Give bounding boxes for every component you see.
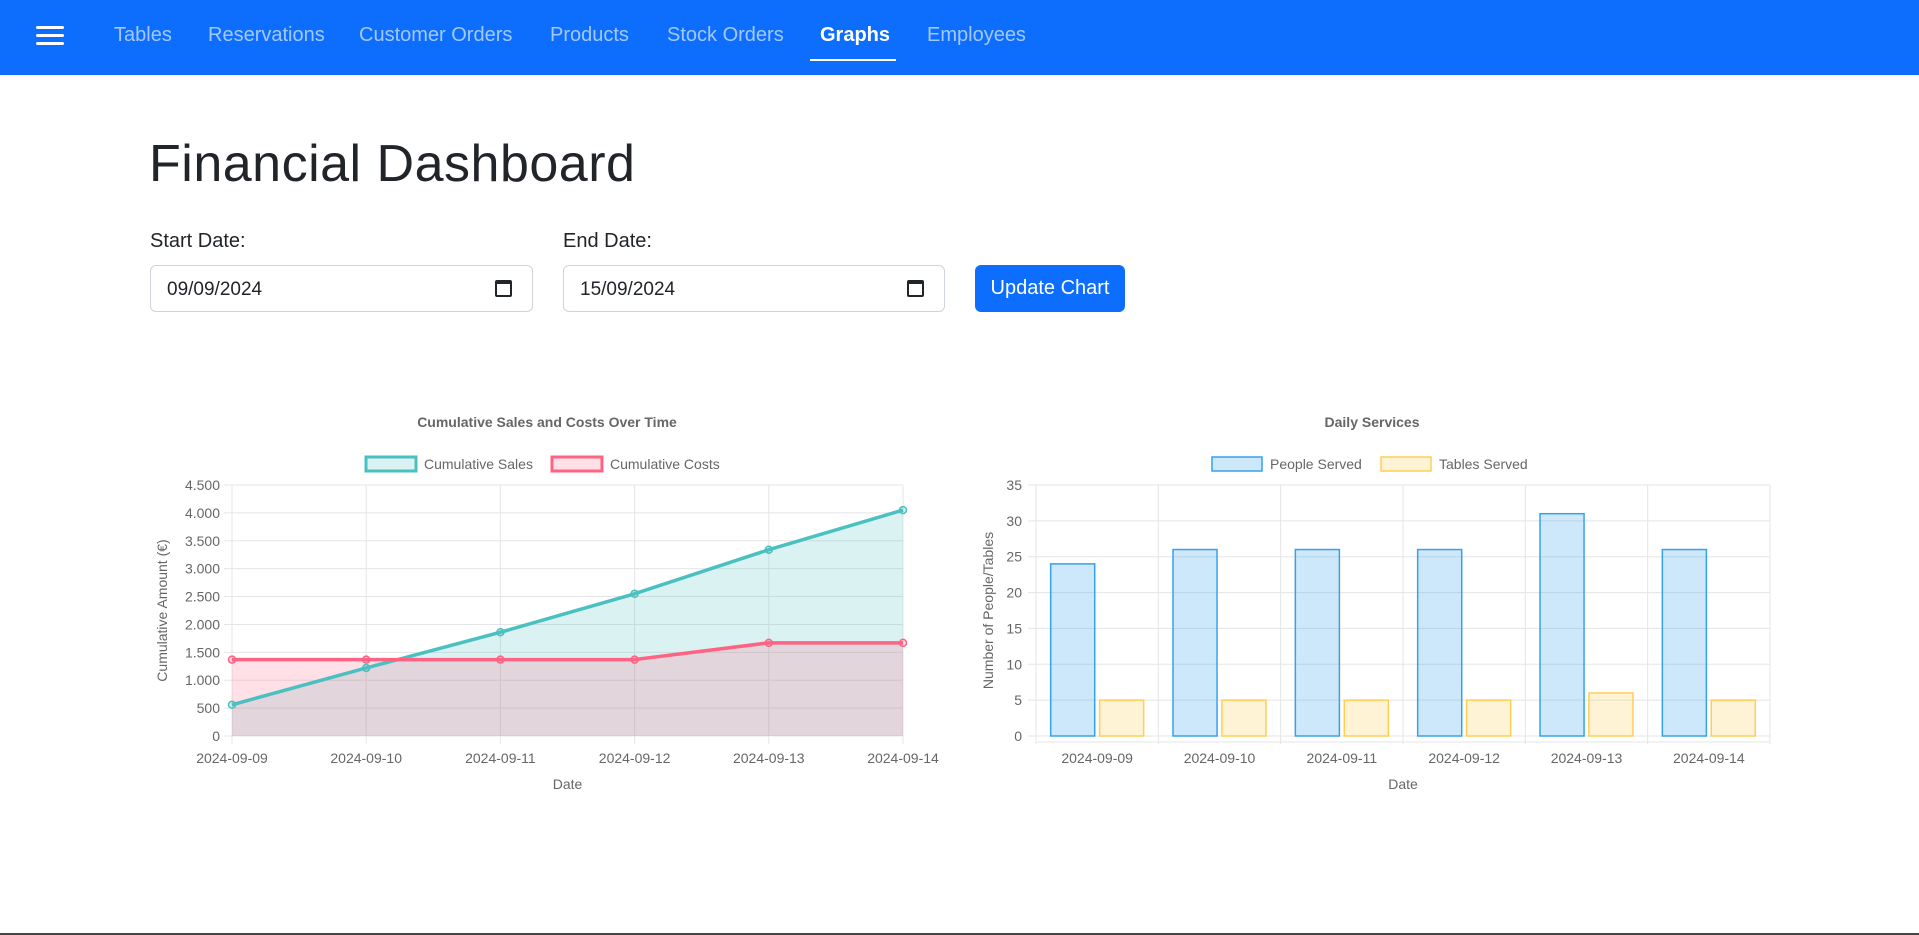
- calendar-icon[interactable]: [495, 280, 512, 297]
- data-point: [227, 655, 237, 664]
- chart-title: Daily Services: [1325, 414, 1420, 430]
- y-tick-label: 2.000: [185, 616, 220, 632]
- y-tick-label: 0: [1014, 728, 1022, 744]
- bar: [1343, 699, 1390, 737]
- sales-costs-line-chart: Cumulative Sales and Costs Over Time Cumu…: [154, 414, 939, 792]
- bar: [1049, 563, 1096, 737]
- y-tick-label: 25: [1006, 549, 1022, 565]
- x-tick-label: 2024-09-13: [1551, 750, 1623, 766]
- data-point: [361, 663, 371, 673]
- nav-item-customer-orders[interactable]: Customer Orders: [359, 24, 512, 47]
- y-tick-label: 4.000: [185, 505, 220, 521]
- legend-label: Tables Served: [1439, 456, 1528, 472]
- y-tick-label: 4.500: [185, 477, 220, 493]
- y-tick-label: 3.500: [185, 533, 220, 549]
- nav-item-reservations[interactable]: Reservations: [208, 24, 325, 47]
- y-tick-label: 1.500: [185, 644, 220, 660]
- legend-swatch: [1211, 456, 1263, 472]
- legend-label: Cumulative Sales: [424, 456, 533, 472]
- nav-item-employees[interactable]: Employees: [927, 24, 1026, 47]
- y-tick-label: 1.000: [185, 672, 220, 688]
- x-axis-title: Date: [553, 776, 583, 792]
- y-tick-label: 20: [1006, 585, 1022, 601]
- x-tick-label: 2024-09-12: [599, 750, 671, 766]
- x-tick-label: 2024-09-11: [465, 750, 536, 766]
- data-point: [227, 700, 237, 710]
- bar: [1221, 699, 1267, 737]
- y-tick-label: 10: [1006, 656, 1022, 672]
- update-chart-button[interactable]: Update Chart: [975, 265, 1125, 312]
- bar: [1588, 692, 1634, 737]
- x-tick-label: 2024-09-09: [196, 750, 268, 766]
- legend-swatch: [364, 455, 418, 473]
- x-tick-label: 2024-09-10: [330, 750, 402, 766]
- data-point: [361, 655, 371, 664]
- legend-label: Cumulative Costs: [610, 456, 720, 472]
- nav-item-graphs[interactable]: Graphs: [820, 24, 890, 47]
- bar: [1098, 699, 1145, 737]
- data-point: [630, 589, 639, 599]
- start-date-input[interactable]: 09/09/2024: [150, 265, 533, 312]
- legend-swatch: [1380, 456, 1432, 472]
- data-point: [496, 628, 505, 637]
- bar: [1465, 699, 1512, 737]
- nav-item-tables[interactable]: Tables: [114, 24, 172, 47]
- data-point: [764, 545, 774, 554]
- start-date-value: 09/09/2024: [167, 279, 263, 300]
- page-title: Financial Dashboard: [149, 135, 636, 193]
- y-tick-label: 5: [1014, 692, 1022, 708]
- legend-swatch: [550, 455, 604, 473]
- y-axis-title: Cumulative Amount (€): [154, 539, 170, 681]
- top-navbar: Tables Reservations Customer Orders Prod…: [0, 0, 1919, 75]
- x-tick-label: 2024-09-14: [867, 750, 939, 766]
- end-date-label: End Date:: [563, 230, 652, 252]
- data-point: [496, 655, 505, 664]
- data-point: [764, 638, 774, 648]
- y-tick-label: 35: [1006, 477, 1022, 493]
- active-tab-indicator: [810, 59, 896, 61]
- x-tick-label: 2024-09-13: [733, 750, 805, 766]
- x-tick-label: 2024-09-12: [1428, 750, 1500, 766]
- data-point: [898, 638, 908, 648]
- data-point: [898, 505, 908, 515]
- y-tick-label: 30: [1006, 513, 1022, 529]
- bar: [1539, 512, 1585, 737]
- x-tick-label: 2024-09-09: [1061, 750, 1133, 766]
- bar: [1416, 548, 1463, 737]
- start-date-label: Start Date:: [150, 230, 246, 252]
- x-tick-label: 2024-09-11: [1307, 750, 1378, 766]
- end-date-input[interactable]: 15/09/2024: [563, 265, 945, 312]
- y-tick-label: 500: [197, 700, 221, 716]
- bar: [1661, 548, 1708, 737]
- x-tick-label: 2024-09-14: [1673, 750, 1745, 766]
- y-tick-label: 2.500: [185, 589, 220, 605]
- end-date-value: 15/09/2024: [580, 279, 676, 300]
- y-tick-label: 3.000: [185, 561, 220, 577]
- nav-item-products[interactable]: Products: [550, 24, 629, 47]
- y-axis-title: Number of People/Tables: [980, 532, 996, 689]
- y-tick-label: 0: [212, 728, 220, 744]
- x-axis-title: Date: [1388, 776, 1418, 792]
- daily-services-bar-chart: Daily Services People Served Tables Served…: [980, 414, 1771, 792]
- legend-label: People Served: [1270, 456, 1362, 472]
- y-tick-label: 15: [1006, 620, 1022, 636]
- calendar-icon[interactable]: [907, 280, 924, 297]
- bar: [1172, 548, 1218, 737]
- nav-item-stock-orders[interactable]: Stock Orders: [667, 24, 784, 47]
- bar: [1294, 548, 1341, 737]
- chart-title: Cumulative Sales and Costs Over Time: [417, 414, 677, 430]
- menu-icon[interactable]: [36, 24, 64, 48]
- x-tick-label: 2024-09-10: [1184, 750, 1256, 766]
- bar: [1710, 699, 1757, 737]
- data-point: [630, 655, 639, 664]
